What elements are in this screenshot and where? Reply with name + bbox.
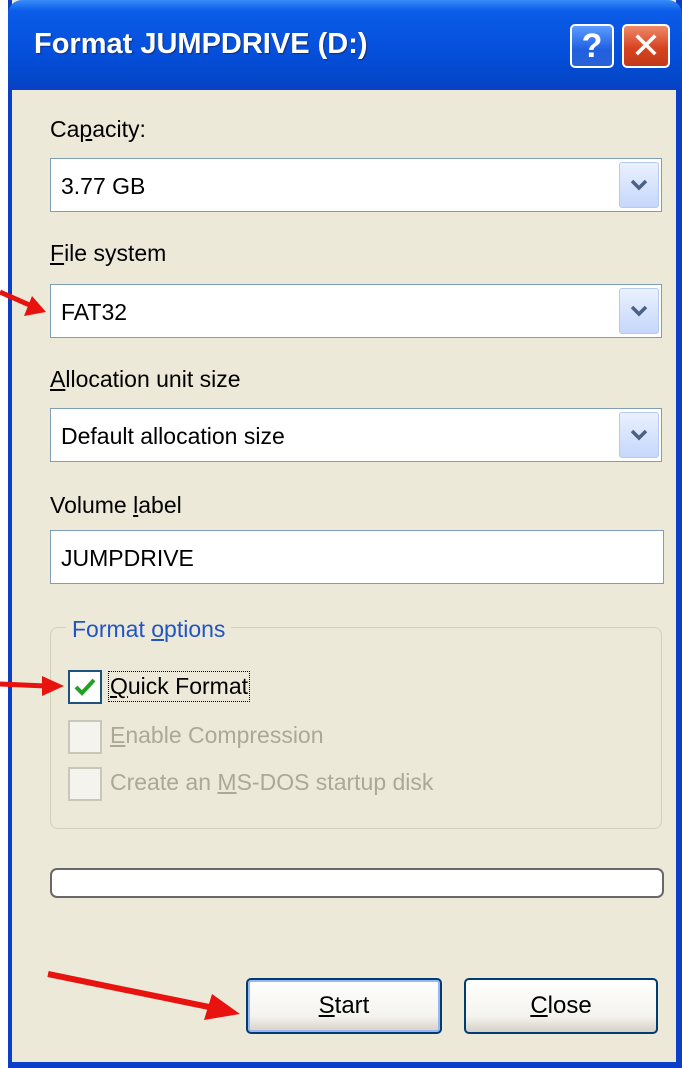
close-button[interactable]: Close <box>464 978 658 1034</box>
format-options-legend: Format options <box>66 616 232 643</box>
file-system-value: FAT32 <box>61 299 128 325</box>
help-button[interactable]: ? <box>570 24 614 68</box>
progress-bar <box>50 868 664 898</box>
allocation-value: Default allocation size <box>61 423 285 449</box>
quick-format-label[interactable]: Quick Format <box>107 671 251 702</box>
dropdown-arrow-icon <box>630 179 648 191</box>
annotation-arrow-icon <box>0 289 46 316</box>
volume-label-caption: Volume label <box>50 492 182 518</box>
start-button[interactable]: Start <box>246 978 442 1034</box>
quick-format-checkbox[interactable] <box>68 670 102 704</box>
format-dialog: Format JUMPDRIVE (D:) ? ✕ Capacity: 3.77… <box>8 0 682 1068</box>
volume-label-value: JUMPDRIVE <box>61 545 194 571</box>
title-bar[interactable]: Format JUMPDRIVE (D:) ? ✕ <box>8 0 682 90</box>
capacity-select[interactable]: 3.77 GB <box>50 158 662 212</box>
allocation-select[interactable]: Default allocation size <box>50 408 662 462</box>
file-system-select[interactable]: FAT32 <box>50 284 662 338</box>
close-icon: ✕ <box>630 25 662 66</box>
enable-compression-label: Enable Compression <box>110 722 324 748</box>
allocation-label: Allocation unit size <box>50 366 241 392</box>
volume-label-input[interactable]: JUMPDRIVE <box>50 530 664 584</box>
dropdown-arrow-icon <box>630 429 648 441</box>
checkmark-icon <box>74 678 96 696</box>
enable-compression-checkbox[interactable] <box>68 720 102 754</box>
file-system-dropdown-button[interactable] <box>619 288 659 334</box>
help-icon: ? <box>581 26 603 65</box>
msdos-startup-label: Create an MS-DOS startup disk <box>110 769 434 795</box>
allocation-dropdown-button[interactable] <box>619 412 659 458</box>
annotation-arrow-icon <box>0 676 64 696</box>
msdos-startup-checkbox[interactable] <box>68 767 102 801</box>
capacity-dropdown-button[interactable] <box>619 162 659 208</box>
file-system-label: File system <box>50 240 167 266</box>
window-title: Format JUMPDRIVE (D:) <box>34 28 368 60</box>
annotation-arrow-icon <box>47 971 240 1020</box>
close-window-button[interactable]: ✕ <box>622 24 670 68</box>
capacity-value: 3.77 GB <box>61 173 146 199</box>
capacity-label: Capacity: <box>50 116 146 142</box>
dropdown-arrow-icon <box>630 305 648 317</box>
